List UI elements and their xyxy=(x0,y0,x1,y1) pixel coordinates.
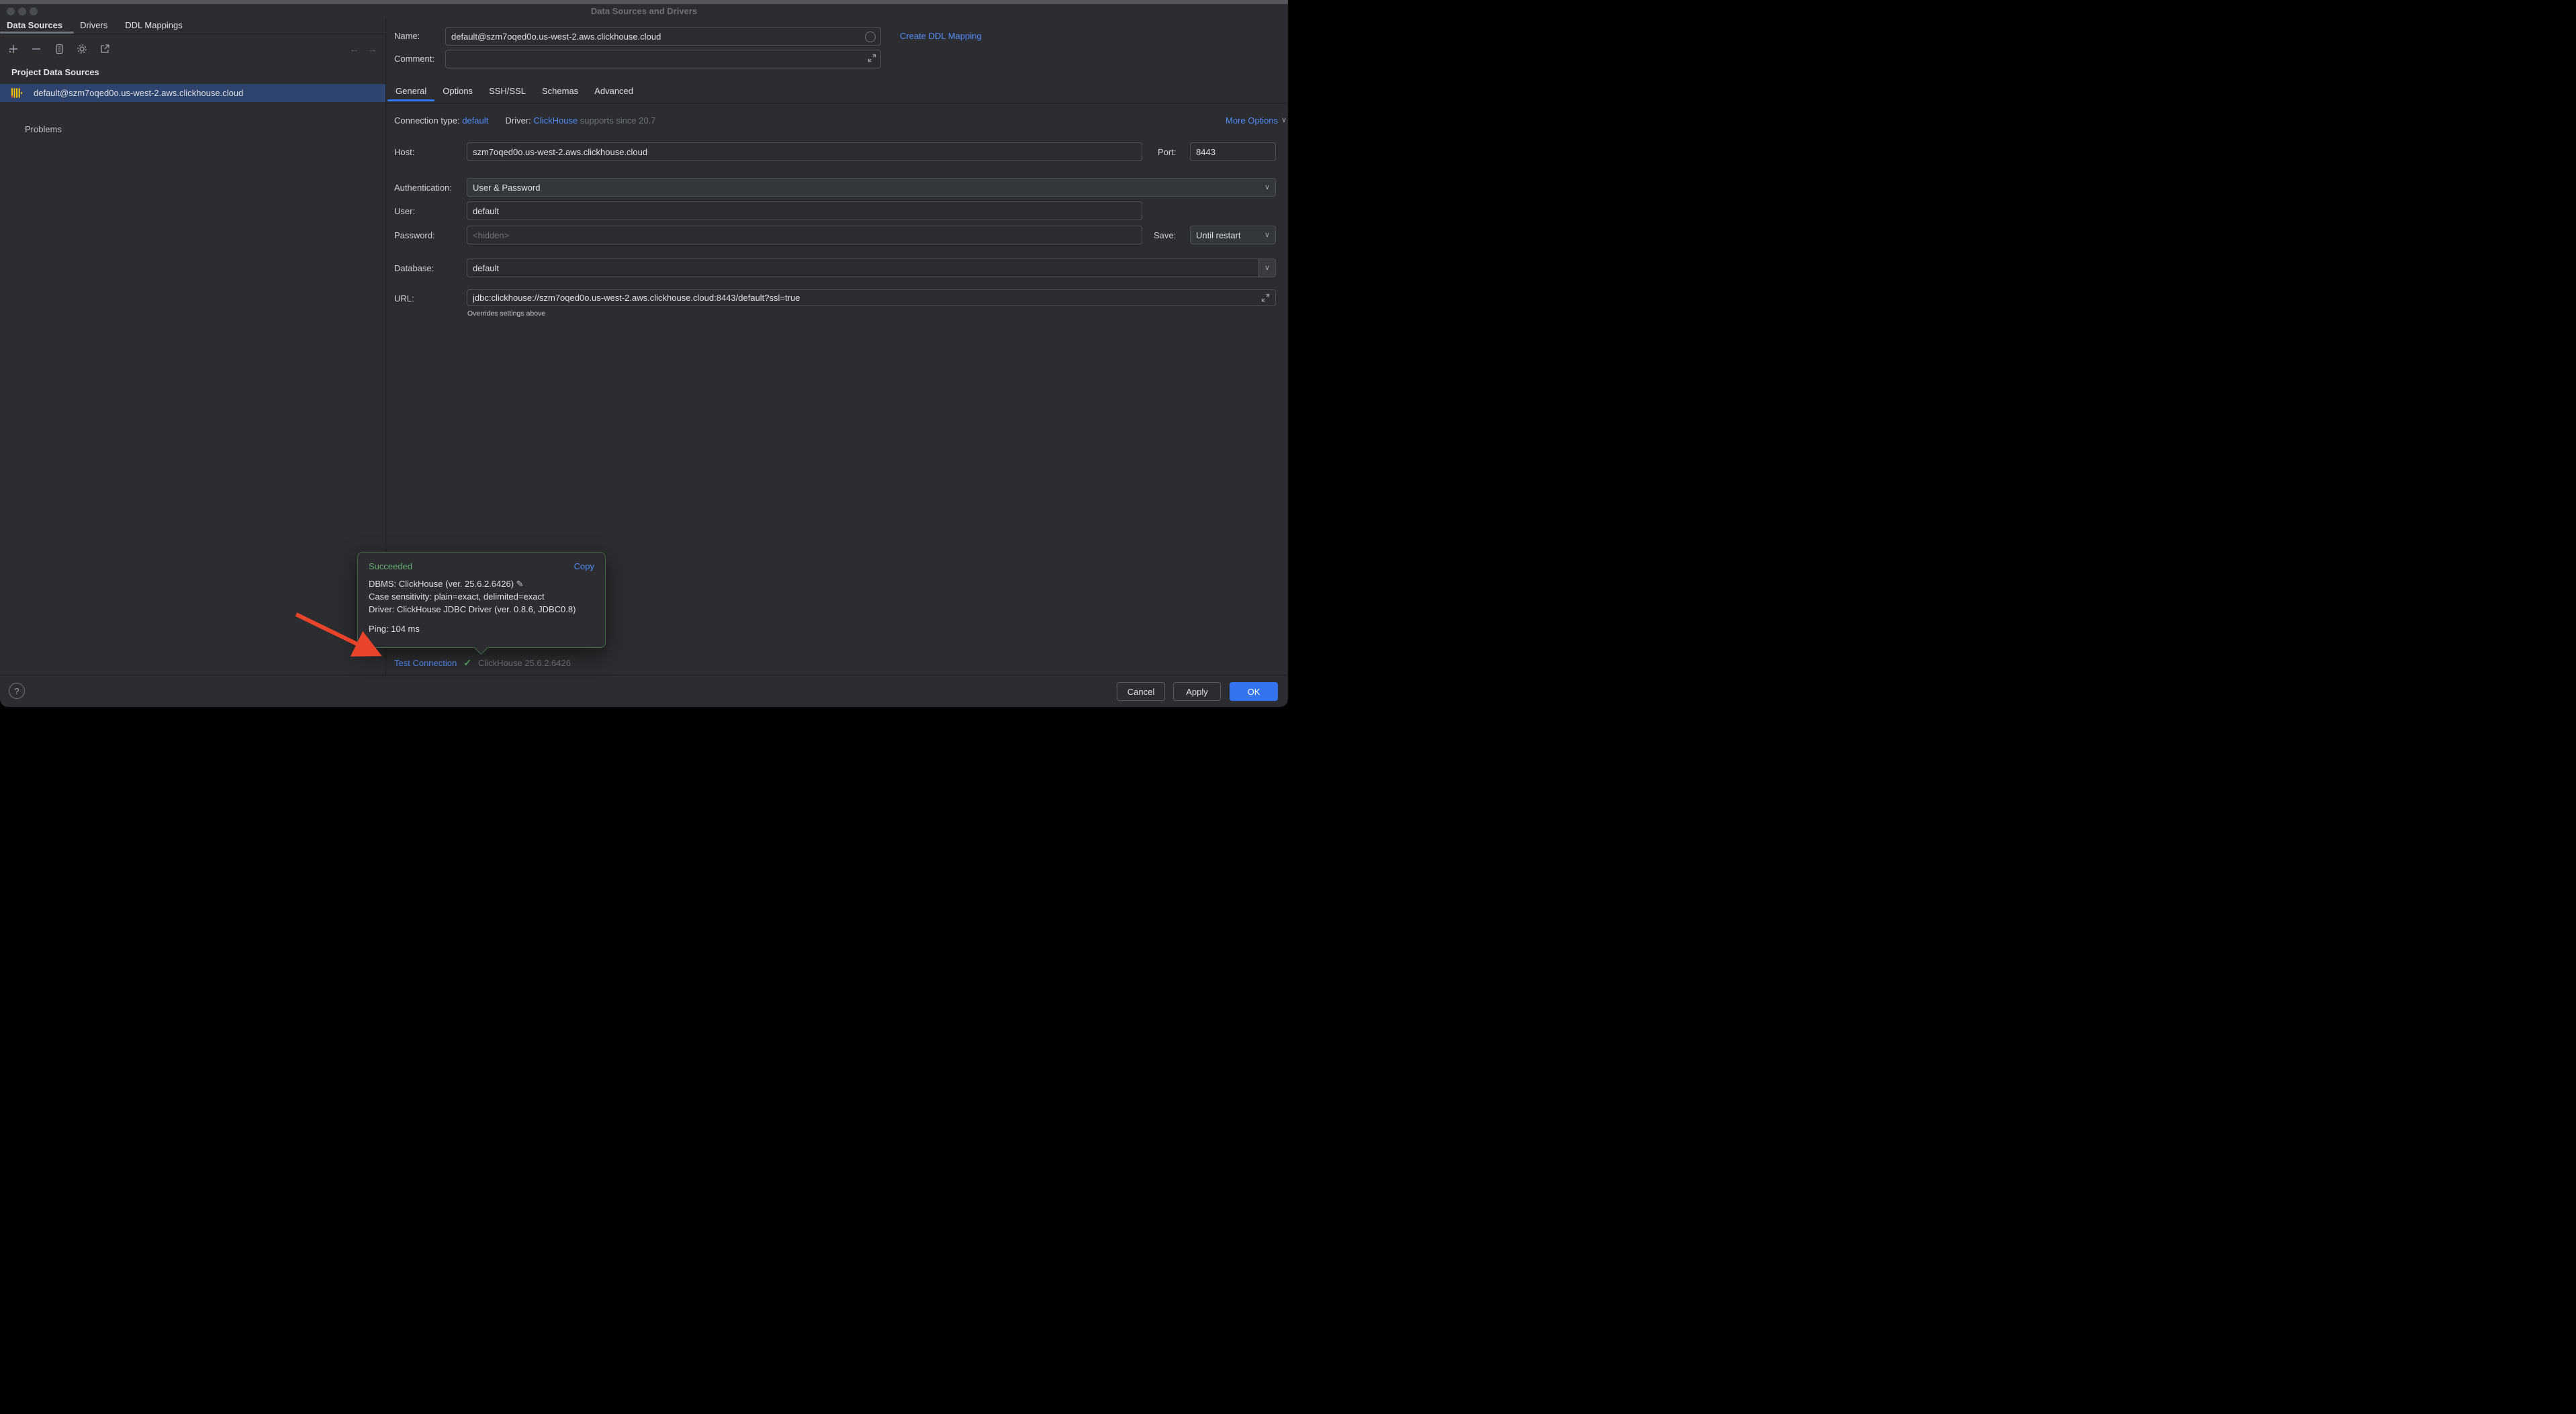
left-panel-toolbar xyxy=(7,40,111,58)
test-connection-link[interactable]: Test Connection xyxy=(394,658,457,668)
comment-label: Comment: xyxy=(394,54,434,64)
authentication-label: Authentication: xyxy=(394,183,452,193)
open-in-editor-icon[interactable] xyxy=(98,42,111,56)
expand-editor-icon[interactable] xyxy=(868,54,876,66)
port-label: Port: xyxy=(1158,147,1176,157)
help-icon[interactable]: ? xyxy=(9,683,25,699)
left-panel-tabs: Data Sources Drivers DDL Mappings xyxy=(5,20,184,30)
driver-note: supports since 20.7 xyxy=(580,115,656,126)
history-nav: ← → xyxy=(349,40,377,58)
connection-type-value-link[interactable]: default xyxy=(462,115,488,126)
host-input[interactable] xyxy=(467,142,1142,161)
remove-data-source-button[interactable] xyxy=(30,42,43,56)
cancel-button[interactable]: Cancel xyxy=(1117,682,1165,701)
test-connection-row: Test Connection ✓ ClickHouse 25.6.2.6426 xyxy=(394,657,571,669)
settings-tabs: General Options SSH/SSL Schemas Advanced xyxy=(396,86,633,101)
problems-item[interactable]: Problems xyxy=(25,124,62,134)
edit-pencil-icon[interactable]: ✎ xyxy=(516,579,524,589)
create-ddl-mapping-link[interactable]: Create DDL Mapping xyxy=(900,31,982,41)
database-dropdown-button[interactable]: ∨ xyxy=(1258,259,1275,277)
user-label: User: xyxy=(394,206,415,216)
tab-advanced[interactable]: Advanced xyxy=(594,86,633,101)
tab-schemas[interactable]: Schemas xyxy=(542,86,578,101)
screenshot-stage: Data Sources and Drivers Data Sources Dr… xyxy=(0,0,1288,707)
ok-button[interactable]: OK xyxy=(1230,682,1278,701)
connection-type-row: Connection type: default Driver: ClickHo… xyxy=(394,115,656,126)
tab-general[interactable]: General xyxy=(396,86,426,101)
connection-status-text: ClickHouse 25.6.2.6426 xyxy=(478,658,571,668)
project-data-sources-header: Project Data Sources xyxy=(11,67,99,77)
back-arrow-icon[interactable]: ← xyxy=(349,44,359,55)
red-annotation-arrow xyxy=(289,604,403,668)
name-input[interactable] xyxy=(445,27,881,46)
settings-gear-icon[interactable] xyxy=(75,42,89,56)
data-sources-dialog: Data Sources and Drivers Data Sources Dr… xyxy=(0,0,1288,707)
driver-value-link[interactable]: ClickHouse xyxy=(533,115,578,126)
password-label: Password: xyxy=(394,230,435,240)
password-input[interactable] xyxy=(467,226,1142,244)
chevron-down-icon: ∨ xyxy=(1264,265,1270,272)
authentication-select[interactable]: User & Password ∨ xyxy=(467,178,1276,197)
save-select[interactable]: Until restart ∨ xyxy=(1190,226,1276,244)
duplicate-icon[interactable] xyxy=(52,42,66,56)
popup-case-line: Case sensitivity: plain=exact, delimited… xyxy=(369,590,594,603)
authentication-value: User & Password xyxy=(473,183,540,193)
add-data-source-button[interactable] xyxy=(7,42,20,56)
url-note: Overrides settings above xyxy=(467,310,545,318)
tab-ssh-ssl[interactable]: SSH/SSL xyxy=(489,86,526,101)
user-input[interactable] xyxy=(467,201,1142,220)
chevron-down-icon: ∨ xyxy=(1264,184,1270,191)
forward-arrow-icon[interactable]: → xyxy=(367,44,377,55)
tab-ddl-mappings[interactable]: DDL Mappings xyxy=(124,20,184,30)
apply-button[interactable]: Apply xyxy=(1173,682,1221,701)
chevron-down-icon: ∨ xyxy=(1281,117,1287,124)
data-source-name: default@szm7oqed0o.us-west-2.aws.clickho… xyxy=(34,88,243,98)
driver-label: Driver: xyxy=(506,115,531,126)
host-label: Host: xyxy=(394,147,414,157)
name-progress-ring-icon xyxy=(865,32,876,42)
data-source-list-item[interactable]: default@szm7oqed0o.us-west-2.aws.clickho… xyxy=(0,84,385,102)
more-options-link[interactable]: More Options xyxy=(1226,115,1278,126)
dialog-title: Data Sources and Drivers xyxy=(0,6,1288,16)
save-label: Save: xyxy=(1154,230,1176,240)
background-window-edge xyxy=(0,0,1288,4)
copy-link[interactable]: Copy xyxy=(574,561,594,571)
expand-editor-icon[interactable] xyxy=(1261,293,1270,305)
save-value: Until restart xyxy=(1196,230,1240,240)
connection-type-label: Connection type: xyxy=(394,115,460,126)
chevron-down-icon: ∨ xyxy=(1264,232,1270,239)
database-combobox[interactable]: default ∨ xyxy=(467,258,1276,277)
check-icon: ✓ xyxy=(463,657,471,669)
url-input[interactable] xyxy=(467,289,1276,306)
database-label: Database: xyxy=(394,263,434,273)
popup-status-title: Succeeded xyxy=(369,561,412,571)
tab-drivers[interactable]: Drivers xyxy=(79,20,109,30)
more-options-control[interactable]: More Options ∨ xyxy=(1226,115,1287,126)
popup-dbms-line: DBMS: ClickHouse (ver. 25.6.2.6426) ✎ xyxy=(369,577,594,590)
popup-arrow xyxy=(474,641,488,655)
url-label: URL: xyxy=(394,293,414,303)
tab-options[interactable]: Options xyxy=(443,86,473,101)
database-value: default xyxy=(473,263,1258,273)
name-label: Name: xyxy=(394,31,420,41)
clickhouse-logo-icon xyxy=(11,88,22,101)
tab-data-sources[interactable]: Data Sources xyxy=(5,20,64,30)
port-input[interactable] xyxy=(1190,142,1276,161)
comment-input[interactable] xyxy=(445,50,881,68)
